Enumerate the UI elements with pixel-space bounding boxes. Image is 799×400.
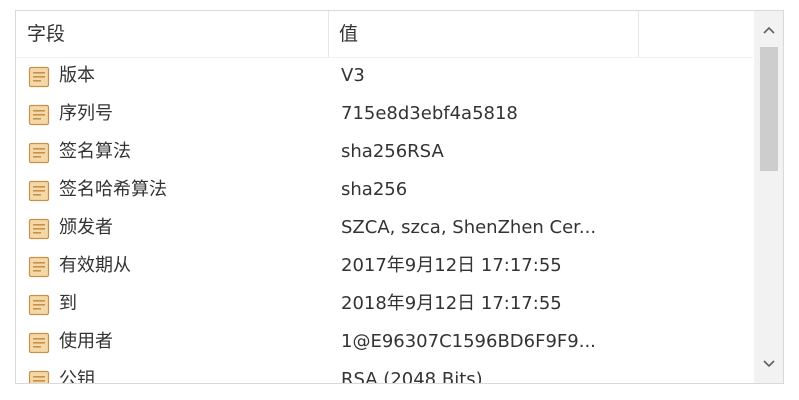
field-value: 1@E96307C1596BD6F9F9... [341, 331, 596, 352]
field-name: 签名哈希算法 [59, 179, 167, 200]
list-item[interactable]: 到 2018年9月12日 17:17:55 [16, 285, 753, 323]
list-item[interactable]: 版本 V3 [16, 57, 753, 95]
certificate-field-icon [28, 142, 50, 164]
field-value: sha256RSA [341, 141, 444, 162]
field-name: 到 [59, 293, 77, 314]
field-name: 版本 [59, 65, 95, 86]
column-header-field[interactable]: 字段 [27, 11, 65, 57]
field-name: 公钥 [59, 369, 95, 384]
chevron-up-icon[interactable] [754, 15, 783, 45]
list-item[interactable]: 签名哈希算法 sha256 [16, 171, 753, 209]
list-item[interactable]: 签名算法 sha256RSA [16, 133, 753, 171]
field-name: 有效期从 [59, 255, 131, 276]
field-value: sha256 [341, 179, 408, 200]
list-item[interactable]: 颁发者 SZCA, szca, ShenZhen Cer... [16, 209, 753, 247]
column-header-value[interactable]: 值 [339, 11, 358, 57]
list-item[interactable]: 有效期从 2017年9月12日 17:17:55 [16, 247, 753, 285]
certificate-field-icon [28, 218, 50, 240]
column-divider[interactable] [638, 11, 639, 57]
field-name: 序列号 [59, 103, 113, 124]
list-item[interactable]: 使用者 1@E96307C1596BD6F9F9... [16, 323, 753, 361]
column-divider[interactable] [328, 11, 329, 57]
scrollbar-thumb[interactable] [760, 47, 778, 171]
chevron-down-icon[interactable] [754, 349, 783, 379]
list-item[interactable]: 公钥 RSA (2048 Bits) [16, 361, 753, 384]
certificate-details-list[interactable]: 字段 值 版本 V3 序列号 715e8d3ebf4a5818 签名算法 sha256RS… [15, 10, 784, 384]
field-value: SZCA, szca, ShenZhen Cer... [341, 217, 597, 238]
certificate-field-icon [28, 66, 50, 88]
vertical-scrollbar[interactable] [754, 11, 783, 383]
field-value: RSA (2048 Bits) [341, 369, 483, 384]
certificate-field-icon [28, 104, 50, 126]
field-value: 715e8d3ebf4a5818 [341, 103, 518, 124]
certificate-field-icon [28, 332, 50, 354]
list-item[interactable]: 序列号 715e8d3ebf4a5818 [16, 95, 753, 133]
certificate-field-icon [28, 294, 50, 316]
list-header: 字段 值 [16, 11, 753, 58]
field-name: 签名算法 [59, 141, 131, 162]
field-value: 2018年9月12日 17:17:55 [341, 293, 562, 314]
field-value: V3 [341, 65, 365, 86]
certificate-field-icon [28, 256, 50, 278]
field-name: 颁发者 [59, 217, 113, 238]
field-name: 使用者 [59, 331, 113, 352]
certificate-field-icon [28, 180, 50, 202]
field-value: 2017年9月12日 17:17:55 [341, 255, 562, 276]
certificate-field-icon [28, 370, 50, 383]
